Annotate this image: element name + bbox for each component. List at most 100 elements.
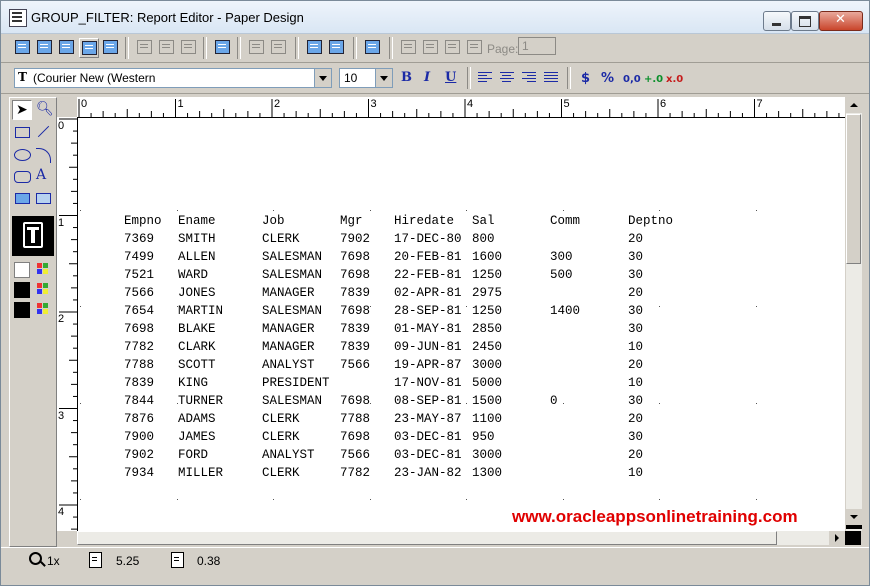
- report-field[interactable]: 1250: [472, 268, 502, 282]
- margin-section-icon[interactable]: [157, 38, 175, 56]
- report-field[interactable]: 03-DEC-81: [394, 448, 462, 462]
- fill-color-swatch[interactable]: [14, 262, 30, 278]
- report-field[interactable]: SALESMAN: [262, 268, 322, 282]
- report-field[interactable]: 800: [472, 232, 495, 246]
- report-field[interactable]: FORD: [178, 448, 208, 462]
- vertical-scrollbar[interactable]: [845, 97, 862, 531]
- report-field[interactable]: 22-FEB-81: [394, 268, 462, 282]
- report-field[interactable]: 7698: [340, 250, 370, 264]
- rectangle-tool[interactable]: [12, 122, 32, 142]
- parameter-form-view-icon[interactable]: [101, 38, 119, 56]
- scroll-down-arrow[interactable]: [846, 509, 862, 525]
- report-field[interactable]: KING: [178, 376, 208, 390]
- report-field[interactable]: 7839: [124, 376, 154, 390]
- report-field[interactable]: 7566: [340, 358, 370, 372]
- horizontal-scrollbar[interactable]: [77, 531, 845, 545]
- report-field[interactable]: 10: [628, 376, 643, 390]
- report-field[interactable]: MANAGER: [262, 286, 315, 300]
- report-field[interactable]: 950: [472, 430, 495, 444]
- previous-page-icon[interactable]: [421, 38, 439, 56]
- scroll-up-arrow[interactable]: [846, 97, 862, 113]
- report-field[interactable]: 7566: [124, 286, 154, 300]
- report-field[interactable]: MILLER: [178, 466, 223, 480]
- report-field[interactable]: 7876: [124, 412, 154, 426]
- add-decimal-button[interactable]: +.0: [644, 74, 663, 85]
- report-field[interactable]: 0: [550, 394, 558, 408]
- report-field[interactable]: 7902: [124, 448, 154, 462]
- report-field[interactable]: 7782: [124, 340, 154, 354]
- select-parent-frame-icon[interactable]: [305, 38, 323, 56]
- report-field[interactable]: SCOTT: [178, 358, 216, 372]
- paper-layout-view-icon[interactable]: [57, 38, 75, 56]
- report-field[interactable]: 7369: [124, 232, 154, 246]
- next-page-icon[interactable]: [443, 38, 461, 56]
- italic-button[interactable]: I: [424, 70, 430, 85]
- report-field[interactable]: 20: [628, 232, 643, 246]
- report-field[interactable]: 7788: [340, 412, 370, 426]
- text-tool[interactable]: A: [33, 166, 53, 186]
- report-field[interactable]: 23-MAY-87: [394, 412, 462, 426]
- first-page-icon[interactable]: [399, 38, 417, 56]
- commas-button[interactable]: 0,0: [623, 74, 641, 85]
- report-field[interactable]: 30: [628, 394, 643, 408]
- report-field[interactable]: 7934: [124, 466, 154, 480]
- report-field[interactable]: 30: [628, 250, 643, 264]
- report-field[interactable]: MARTIN: [178, 304, 223, 318]
- magnify-tool[interactable]: 🔍︎: [33, 100, 54, 120]
- text-color-swatch[interactable]: [14, 302, 30, 318]
- report-field[interactable]: 7521: [124, 268, 154, 282]
- report-field[interactable]: 2975: [472, 286, 502, 300]
- report-field[interactable]: ALLEN: [178, 250, 216, 264]
- report-field[interactable]: CLERK: [262, 412, 300, 426]
- report-field[interactable]: 20: [628, 286, 643, 300]
- report-field[interactable]: Empno: [124, 214, 162, 228]
- report-field[interactable]: 7902: [340, 232, 370, 246]
- report-field[interactable]: 20: [628, 448, 643, 462]
- report-field[interactable]: 7698: [340, 304, 370, 318]
- chevron-down-icon[interactable]: [375, 69, 392, 87]
- report-field[interactable]: 7788: [124, 358, 154, 372]
- report-field[interactable]: Job: [262, 214, 285, 228]
- report-field[interactable]: Comm: [550, 214, 580, 228]
- confine-mode-icon[interactable]: [247, 38, 265, 56]
- report-field[interactable]: 7698: [340, 394, 370, 408]
- report-field[interactable]: 1250: [472, 304, 502, 318]
- report-field[interactable]: 10: [628, 466, 643, 480]
- report-field[interactable]: 28-SEP-81: [394, 304, 462, 318]
- frame-tool[interactable]: [33, 188, 53, 208]
- line-color-icon[interactable]: [37, 283, 51, 297]
- report-field[interactable]: 17-NOV-81: [394, 376, 462, 390]
- report-field[interactable]: 7839: [340, 286, 370, 300]
- select-tool[interactable]: ➤: [12, 100, 32, 120]
- report-field[interactable]: 20: [628, 358, 643, 372]
- maximize-button[interactable]: [791, 11, 819, 31]
- run-paper-layout-icon[interactable]: [213, 38, 231, 56]
- text-color-icon[interactable]: [37, 303, 51, 317]
- align-left-icon[interactable]: [478, 72, 492, 84]
- report-field[interactable]: 09-JUN-81: [394, 340, 462, 354]
- bold-button[interactable]: B: [401, 70, 412, 85]
- body-section-icon[interactable]: [135, 38, 153, 56]
- report-field[interactable]: PRESIDENT: [262, 376, 330, 390]
- report-field[interactable]: CLERK: [262, 466, 300, 480]
- report-field[interactable]: CLARK: [178, 340, 216, 354]
- report-field[interactable]: 3000: [472, 358, 502, 372]
- report-field[interactable]: 7499: [124, 250, 154, 264]
- ellipse-tool[interactable]: [12, 144, 32, 164]
- field-tool[interactable]: [12, 188, 32, 208]
- select-region-icon[interactable]: [363, 38, 381, 56]
- report-field[interactable]: 20-FEB-81: [394, 250, 462, 264]
- report-field[interactable]: 03-DEC-81: [394, 430, 462, 444]
- report-field[interactable]: 7654: [124, 304, 154, 318]
- report-field[interactable]: JONES: [178, 286, 216, 300]
- flex-mode-icon[interactable]: [269, 38, 287, 56]
- trailer-section-icon[interactable]: [179, 38, 197, 56]
- report-field[interactable]: ANALYST: [262, 448, 315, 462]
- split-handle[interactable]: [846, 525, 862, 529]
- data-model-view-icon[interactable]: [13, 38, 31, 56]
- report-field[interactable]: 5000: [472, 376, 502, 390]
- chevron-down-icon[interactable]: [314, 69, 331, 87]
- remove-decimal-button[interactable]: x.0: [666, 74, 683, 85]
- report-field[interactable]: 7900: [124, 430, 154, 444]
- report-field[interactable]: 20: [628, 412, 643, 426]
